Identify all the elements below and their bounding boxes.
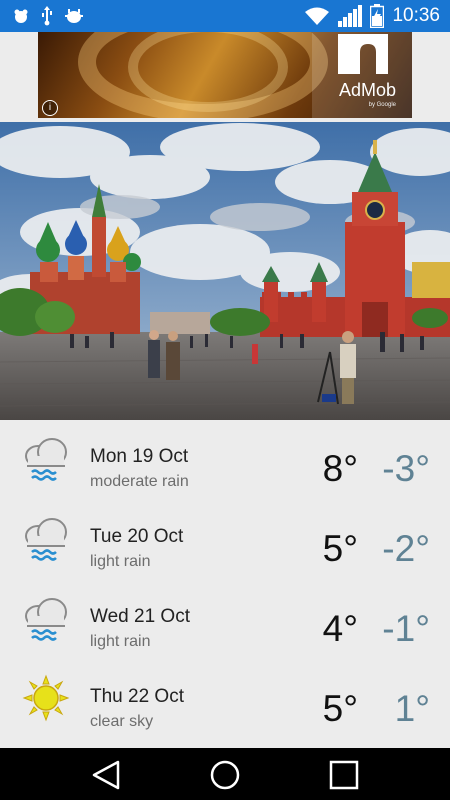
forecast-row[interactable]: Thu 22 Oct clear sky 5° 1° — [0, 662, 450, 742]
usb-icon — [42, 6, 52, 26]
ad-byline: by Google — [368, 102, 396, 108]
red-square-illustration — [0, 122, 450, 420]
battery-charging-icon — [370, 4, 385, 28]
forecast-condition: light rain — [90, 633, 151, 650]
forecast-condition: light rain — [90, 553, 151, 570]
sun-icon — [22, 674, 70, 722]
ad-banner[interactable]: AdMob by Google i — [38, 32, 412, 118]
android-debug-icon — [65, 9, 83, 23]
city-photo — [0, 122, 450, 420]
forecast-row[interactable]: Tue 20 Oct light rain 5° -2° — [0, 502, 450, 582]
forecast-list: Mon 19 Oct moderate rain 8° -3° Tue 20 O… — [0, 422, 450, 748]
temp-low: -2° — [382, 528, 430, 569]
forecast-condition: clear sky — [90, 713, 154, 730]
temp-high: 5° — [322, 688, 358, 729]
status-bar: 10:36 — [0, 0, 450, 32]
ad-info-icon[interactable]: i — [42, 100, 58, 116]
navigation-bar — [0, 748, 450, 800]
ad-brand-name: AdMob — [338, 80, 396, 100]
forecast-day: Thu 22 Oct — [90, 686, 184, 707]
temp-low: -1° — [382, 608, 430, 649]
notification-icon — [14, 9, 28, 23]
back-icon[interactable] — [90, 758, 124, 792]
rain-cloud-icon — [25, 438, 67, 481]
forecast-day: Wed 21 Oct — [90, 606, 190, 627]
forecast-row[interactable]: Mon 19 Oct moderate rain 8° -3° — [0, 422, 450, 502]
rain-cloud-icon — [25, 598, 67, 641]
rain-cloud-icon — [25, 518, 67, 561]
clock: 10:36 — [392, 5, 440, 26]
ad-area: AdMob by Google i — [0, 32, 450, 122]
recent-apps-icon[interactable] — [327, 758, 361, 792]
home-icon[interactable] — [208, 758, 242, 792]
admob-logo-icon — [338, 34, 388, 74]
temp-high: 8° — [322, 448, 358, 489]
temp-low: -3° — [382, 448, 430, 489]
signal-icon — [338, 5, 363, 27]
temp-high: 5° — [322, 528, 358, 569]
temp-low: 1° — [394, 688, 430, 729]
forecast-row[interactable]: Wed 21 Oct light rain 4° -1° — [0, 582, 450, 662]
forecast-condition: moderate rain — [90, 473, 189, 490]
temp-high: 4° — [322, 608, 358, 649]
forecast-day: Mon 19 Oct — [90, 446, 189, 467]
forecast-day: Tue 20 Oct — [90, 526, 184, 547]
wifi-icon — [305, 7, 330, 25]
